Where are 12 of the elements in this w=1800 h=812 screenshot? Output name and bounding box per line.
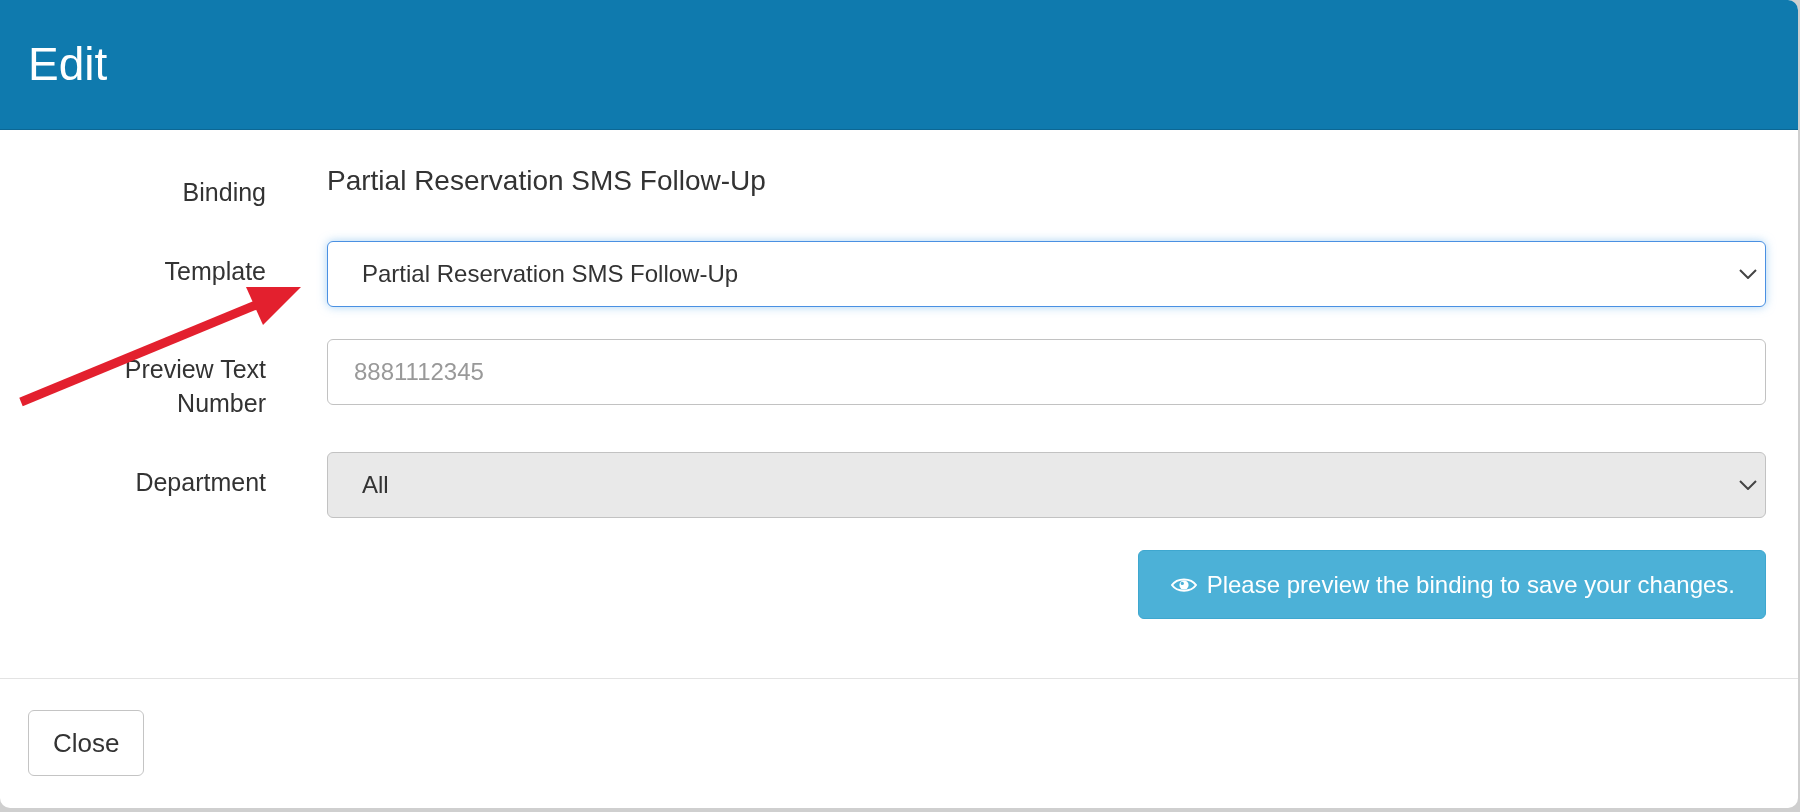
field-label: Template (164, 256, 266, 287)
binding-value: Partial Reservation SMS Follow-Up (327, 164, 767, 198)
field-label: Department (135, 467, 266, 498)
field-label: Preview Text Number (123, 354, 266, 419)
chevron-down-icon (1739, 269, 1757, 279)
field-label: Binding (182, 177, 266, 208)
chevron-down-icon (1739, 480, 1757, 490)
close-button[interactable]: Close (28, 710, 145, 776)
eye-icon (1170, 575, 1197, 594)
dialog-title: Edit (28, 39, 108, 90)
select-field[interactable]: Partial Reservation SMS Follow-Up (327, 241, 1766, 307)
input-field[interactable]: 8881112345 (327, 339, 1766, 405)
